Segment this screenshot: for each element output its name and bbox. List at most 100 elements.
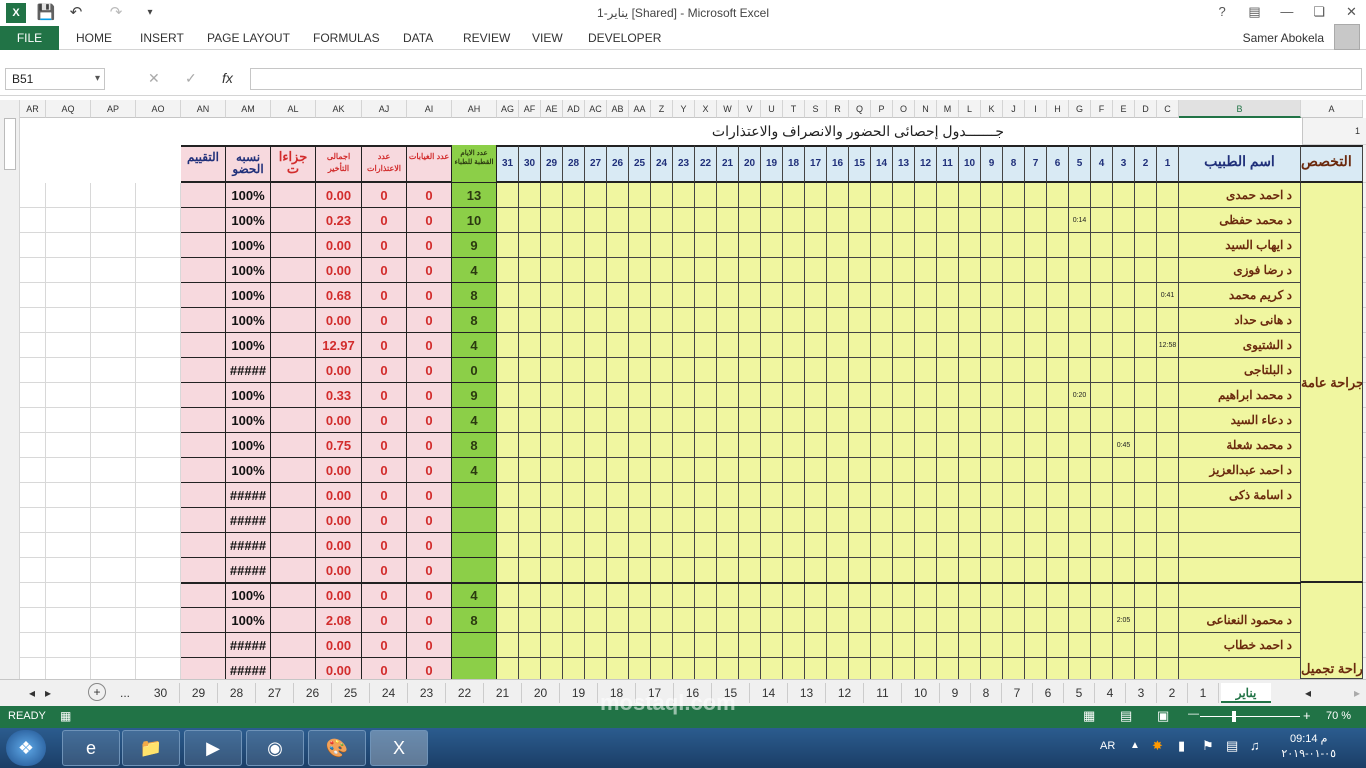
day-cell[interactable] xyxy=(673,358,695,383)
day-cell[interactable] xyxy=(695,258,717,283)
empty-cell[interactable] xyxy=(136,333,181,358)
penalties-cell[interactable] xyxy=(271,483,316,508)
day-cell[interactable] xyxy=(607,508,629,533)
day-cell[interactable] xyxy=(673,508,695,533)
day-cell[interactable] xyxy=(541,433,563,458)
excuses-cell[interactable]: 0 xyxy=(362,258,407,283)
day-cell[interactable] xyxy=(563,233,585,258)
day-cell[interactable] xyxy=(695,508,717,533)
day-cell[interactable] xyxy=(497,383,519,408)
rating-cell[interactable] xyxy=(181,308,226,333)
day-cell[interactable] xyxy=(1135,408,1157,433)
day-cell[interactable] xyxy=(563,358,585,383)
day-cell[interactable] xyxy=(519,333,541,358)
empty-cell[interactable] xyxy=(46,308,91,333)
day-cell[interactable] xyxy=(519,358,541,383)
day-cell[interactable] xyxy=(717,558,739,583)
day-cell[interactable] xyxy=(1047,433,1069,458)
day-cell[interactable] xyxy=(937,408,959,433)
attendance-pct-cell[interactable]: 100% xyxy=(226,383,271,408)
tab-formulas[interactable]: FORMULAS xyxy=(313,31,380,45)
column-header-ak[interactable]: AK xyxy=(316,100,362,118)
empty-cell[interactable] xyxy=(20,258,46,283)
absences-cell[interactable]: 0 xyxy=(407,208,452,233)
day-cell[interactable] xyxy=(871,508,893,533)
macro-record-icon[interactable]: ▦ xyxy=(60,709,71,723)
day-cell[interactable] xyxy=(761,383,783,408)
penalties-cell[interactable] xyxy=(271,308,316,333)
sheet-tab-11[interactable]: 11 xyxy=(864,683,902,703)
day-cell[interactable] xyxy=(805,358,827,383)
day-cell[interactable] xyxy=(1047,508,1069,533)
day-cell[interactable] xyxy=(827,583,849,608)
formula-input[interactable] xyxy=(250,68,1362,90)
column-header-l[interactable]: L xyxy=(959,100,981,118)
day-cell[interactable] xyxy=(695,408,717,433)
column-header-t[interactable]: T xyxy=(783,100,805,118)
day-cell[interactable] xyxy=(1069,633,1091,658)
day-cell[interactable] xyxy=(827,458,849,483)
day-cell[interactable] xyxy=(607,583,629,608)
day-cell[interactable] xyxy=(827,358,849,383)
day-cell[interactable] xyxy=(783,383,805,408)
excel-taskbar-icon[interactable]: X xyxy=(370,730,428,766)
day-cell[interactable] xyxy=(871,433,893,458)
day-cell[interactable] xyxy=(959,358,981,383)
day-cell[interactable] xyxy=(827,408,849,433)
empty-cell[interactable] xyxy=(46,633,91,658)
day-cell[interactable] xyxy=(607,633,629,658)
penalties-cell[interactable] xyxy=(271,558,316,583)
absences-cell[interactable]: 0 xyxy=(407,608,452,633)
day-cell[interactable] xyxy=(541,283,563,308)
day-cell[interactable] xyxy=(1157,233,1179,258)
day-cell[interactable] xyxy=(1113,483,1135,508)
day-cell[interactable] xyxy=(1025,258,1047,283)
day-cell[interactable] xyxy=(1003,483,1025,508)
total-delay-cell[interactable]: 0.00 xyxy=(316,533,362,558)
day-cell[interactable] xyxy=(1047,183,1069,208)
tab-data[interactable]: DATA xyxy=(403,31,433,45)
day-cell[interactable]: 0:41 xyxy=(1157,283,1179,308)
excuses-cell[interactable]: 0 xyxy=(362,308,407,333)
day-cell[interactable] xyxy=(1157,533,1179,558)
day-cell[interactable] xyxy=(893,658,915,679)
empty-cell[interactable] xyxy=(91,483,136,508)
sheet-tab-8[interactable]: 8 xyxy=(971,683,1002,703)
day-cell[interactable] xyxy=(519,408,541,433)
day-cell[interactable] xyxy=(981,658,1003,679)
empty-cell[interactable] xyxy=(91,458,136,483)
row-header-1[interactable]: 1 xyxy=(1302,118,1366,145)
empty-cell[interactable] xyxy=(91,658,136,679)
attendance-pct-cell[interactable]: 100% xyxy=(226,258,271,283)
day-cell[interactable] xyxy=(849,408,871,433)
day-cell[interactable] xyxy=(1091,583,1113,608)
day-cell[interactable] xyxy=(585,508,607,533)
excuses-cell[interactable]: 0 xyxy=(362,508,407,533)
day-cell[interactable] xyxy=(761,483,783,508)
day-cell[interactable] xyxy=(937,483,959,508)
day-cell[interactable] xyxy=(629,608,651,633)
day-cell[interactable] xyxy=(893,483,915,508)
empty-cell[interactable] xyxy=(136,608,181,633)
day-cell[interactable] xyxy=(497,358,519,383)
day-cell[interactable] xyxy=(915,208,937,233)
day-cell[interactable] xyxy=(915,358,937,383)
day-cell[interactable] xyxy=(563,383,585,408)
day-cell[interactable] xyxy=(805,433,827,458)
day-cell[interactable] xyxy=(1069,608,1091,633)
day-cell[interactable] xyxy=(783,483,805,508)
empty-cell[interactable] xyxy=(136,458,181,483)
day-cell[interactable] xyxy=(805,558,827,583)
day-cell[interactable] xyxy=(717,583,739,608)
day-cell[interactable] xyxy=(1135,258,1157,283)
day-cell[interactable] xyxy=(871,658,893,679)
day-cell[interactable] xyxy=(1091,183,1113,208)
day-cell[interactable] xyxy=(1025,433,1047,458)
day-cell[interactable] xyxy=(1135,358,1157,383)
day-cell[interactable] xyxy=(1091,433,1113,458)
empty-cell[interactable] xyxy=(46,333,91,358)
day-cell[interactable] xyxy=(1157,658,1179,679)
day-cell[interactable] xyxy=(1025,283,1047,308)
total-delay-cell[interactable]: 0.00 xyxy=(316,483,362,508)
day-cell[interactable] xyxy=(497,233,519,258)
